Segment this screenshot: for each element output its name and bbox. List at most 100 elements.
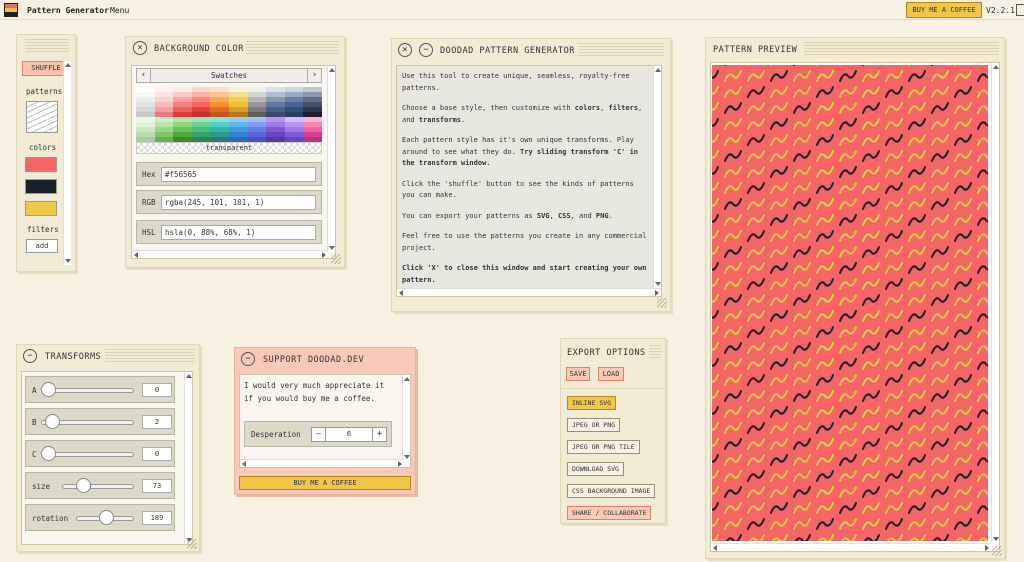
resize-handle-icon[interactable] [187,539,197,549]
transform-label: A [32,386,37,395]
resize-handle-icon[interactable] [657,298,667,308]
minimize-icon[interactable]: − [241,352,255,366]
rgb-input[interactable]: rgba(245, 101, 101, 1) [161,195,316,210]
slider-knob[interactable] [41,446,56,461]
transform-value[interactable]: 2 [142,415,172,429]
pattern-preview-canvas[interactable] [712,65,988,541]
transform-row-B: B2 [25,408,175,435]
desperation-value[interactable]: 6 [326,428,372,441]
save-button[interactable]: SAVE [566,367,590,381]
colors-label: colors [29,143,57,152]
inline-svg-button[interactable]: INLINE SVG [567,396,617,410]
rgb-label: RGB [142,198,156,207]
window-title: DOODAD PATTERN GENERATOR [440,46,575,56]
export-drag-handle[interactable] [649,345,661,359]
transform-value[interactable]: 0 [142,383,172,397]
transform-label: rotation [32,514,69,523]
close-icon[interactable]: × [398,43,412,57]
download-svg-button[interactable]: DOWNLOAD SVG [567,462,624,476]
doodad-vertical-scrollbar[interactable] [653,66,661,288]
preview-horizontal-scrollbar[interactable] [711,543,991,551]
load-button[interactable]: LOAD [598,367,624,381]
hex-input[interactable]: #f56565 [161,167,316,182]
css-background-image-button[interactable]: CSS BACKGROUND IMAGE [567,484,656,498]
bg-horizontal-scrollbar[interactable] [132,250,328,258]
intro-paragraph: Use this tool to create unique, seamless… [402,72,630,92]
transform-value[interactable]: 0 [142,447,172,461]
support-vertical-scrollbar[interactable] [402,375,410,461]
resize-handle-icon[interactable] [331,254,341,264]
app-logo[interactable] [4,3,18,17]
pattern-preview-window: PATTERN PREVIEW [705,37,1005,559]
left-panel: SHUFFLE patterns colors filters add [16,34,76,272]
doodad-drag-handle[interactable] [578,43,664,57]
background-color-window: × BACKGROUND COLOR ‹ Swatches › transpar… [125,36,345,268]
filters-label: filters [27,225,59,234]
hsl-input[interactable]: hsla(0, 88%, 68%, 1) [161,225,316,240]
buy-coffee-top-button[interactable]: BUY ME A COFFEE [906,2,982,18]
transform-value[interactable]: 73 [142,479,172,493]
bg-vertical-scrollbar[interactable] [327,66,335,252]
chevron-left-icon[interactable]: ‹ [137,69,151,82]
jpeg-png-tile-button[interactable]: JPEG OR PNG TILE [567,440,640,454]
desperation-row: Desperation — 6 + [244,421,392,447]
bg-window-drag-handle[interactable] [246,41,339,55]
slider-knob[interactable] [44,414,60,429]
transform-row-rotation: rotation 189 [25,504,175,531]
slider-knob[interactable] [98,510,114,525]
window-title: BACKGROUND COLOR [154,44,244,54]
transforms-drag-handle[interactable] [105,349,195,363]
transform-label: C [32,450,37,459]
transform-label: size [32,482,51,491]
support-body: I would very much appreciate it if you w… [239,374,411,468]
increment-button[interactable]: + [372,428,386,441]
version-label: V2.2.1 [986,6,1015,15]
color-swatch-2[interactable] [25,179,57,194]
window-title: TRANSFORMS [45,352,102,362]
doodad-horizontal-scrollbar[interactable] [397,288,661,296]
support-window: − SUPPORT DOODAD.DEV I would very much a… [234,347,416,495]
resize-handle-icon[interactable] [992,546,1002,556]
hex-row: Hex #f56565 [136,162,322,186]
menu-button[interactable]: Menu [110,6,129,15]
pattern-thumbnail[interactable] [26,101,58,133]
window-title: PATTERN PREVIEW [713,45,798,55]
preview-drag-handle[interactable] [804,42,999,56]
support-horizontal-scrollbar[interactable] [240,459,404,467]
hsl-row: HSL hsla(0, 88%, 68%, 1) [136,220,322,244]
transform-value[interactable]: 189 [142,511,172,525]
top-bar: Pattern Generator Menu BUY ME A COFFEE V… [0,0,1024,20]
export-paragraph: You can export your patterns as SVG, CSS… [402,211,613,220]
minimize-icon[interactable]: − [419,43,433,57]
transforms-body: A 0 B 2 C 0 size 73 rotation 189 [21,371,193,545]
hex-label: Hex [142,170,156,179]
license-paragraph: Feel free to use the patterns you create… [402,232,647,252]
rgb-row: RGB rgba(245, 101, 101, 1) [136,190,322,214]
customize-paragraph: Choose a base style, then customize with… [402,104,643,124]
close-icon[interactable]: × [133,41,147,55]
preview-vertical-scrollbar[interactable] [991,63,999,543]
transforms-scrollbar[interactable] [184,372,192,544]
slider-knob[interactable] [41,382,56,397]
shuffle-paragraph: Click the 'shuffle' button to see the ki… [402,179,634,200]
slider-knob[interactable] [76,478,92,493]
window-title: EXPORT OPTIONS [567,348,646,358]
left-panel-drag-handle[interactable] [25,39,69,53]
chevron-right-icon[interactable]: › [307,69,321,82]
doodad-info-window: × − DOODAD PATTERN GENERATOR Use this to… [391,38,671,312]
left-panel-scrollbar[interactable] [63,61,71,265]
transparent-label: transparent [205,144,253,152]
jpeg-png-button[interactable]: JPEG OR PNG [567,418,621,432]
color-palette[interactable] [136,87,322,142]
buy-coffee-button[interactable]: BUY ME A COFFEE [239,476,411,490]
window-control-icon[interactable] [1016,4,1024,16]
share-collaborate-button[interactable]: SHARE / COLLABORATE [567,506,652,520]
color-swatch-1[interactable] [25,157,57,172]
minimize-icon[interactable]: − [23,349,37,363]
decrement-button[interactable]: — [312,428,326,441]
color-swatch-3[interactable] [25,201,57,216]
add-filter-button[interactable]: add [26,239,58,253]
transparent-option[interactable]: transparent [136,142,322,154]
swatches-label: Swatches [210,71,248,80]
transform-slider[interactable] [62,484,134,489]
